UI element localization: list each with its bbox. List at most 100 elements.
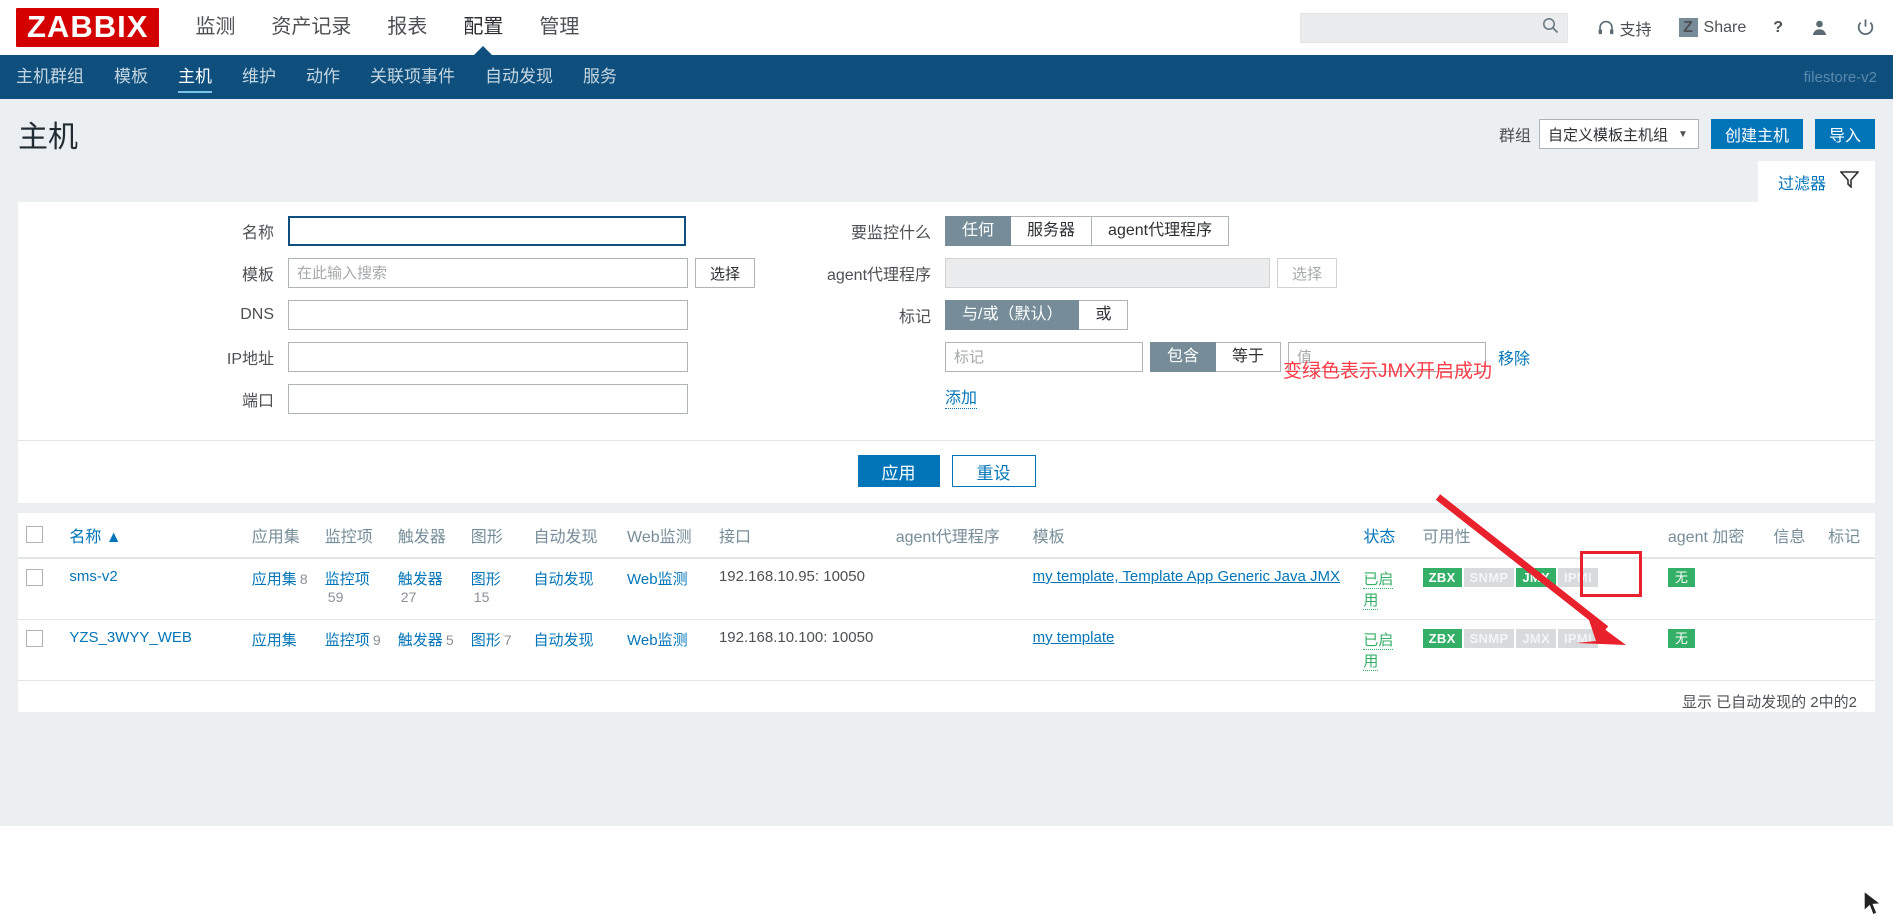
- row-encryption-cell: 无: [1659, 558, 1766, 620]
- logout-button[interactable]: [1851, 18, 1875, 37]
- support-link[interactable]: 支持: [1592, 16, 1652, 40]
- row-applications-cell: 应用集 8: [243, 558, 317, 620]
- row-checkbox[interactable]: [26, 568, 43, 586]
- row-discovery-cell: 自动发现: [525, 619, 620, 681]
- question-mark-icon: ?: [1773, 18, 1783, 36]
- availability-badge-jmx[interactable]: JMX: [1516, 568, 1556, 587]
- web-link[interactable]: Web监测: [627, 632, 688, 649]
- filter-tag-name-input[interactable]: [945, 342, 1144, 372]
- filter-ip-label: IP地址: [226, 351, 274, 368]
- subnav-item-discovery[interactable]: 自动发现: [485, 55, 553, 99]
- main-menu-item-inventory[interactable]: 资产记录: [271, 0, 351, 55]
- availability-badge-snmp[interactable]: SNMP: [1463, 568, 1515, 587]
- subnav-item-templates[interactable]: 模板: [114, 55, 148, 99]
- triggers-link[interactable]: 触发器: [398, 632, 443, 649]
- triggers-link[interactable]: 触发器: [398, 571, 443, 588]
- templates-link[interactable]: my template: [1033, 629, 1115, 646]
- items-link[interactable]: 监控项: [325, 571, 370, 588]
- main-menu: 监测 资产记录 报表 配置 管理: [195, 0, 615, 55]
- tag-mode-option-or[interactable]: 或: [1079, 300, 1129, 330]
- availability-badge-snmp[interactable]: SNMP: [1463, 629, 1515, 648]
- discovery-link[interactable]: 自动发现: [534, 632, 594, 649]
- availability-badge-zbx[interactable]: ZBX: [1422, 568, 1462, 587]
- status-badge[interactable]: 已启用: [1363, 632, 1394, 671]
- filter-template-input[interactable]: [288, 258, 688, 288]
- row-triggers-cell: 触发器 5: [389, 619, 463, 681]
- help-link[interactable]: ?: [1768, 18, 1783, 36]
- graphs-link[interactable]: 图形: [471, 571, 501, 588]
- discovery-link[interactable]: 自动发现: [534, 571, 594, 588]
- row-templates-cell: my template, Template App Generic Java J…: [1024, 558, 1356, 620]
- row-items-cell: 监控项59: [316, 558, 390, 620]
- filter-proxy-label: agent代理程序: [826, 267, 932, 284]
- monitored-by-option-server[interactable]: 服务器: [1011, 216, 1093, 246]
- tag-mode-option-and-or[interactable]: 与/或（默认）: [945, 300, 1080, 330]
- web-link[interactable]: Web监测: [627, 571, 688, 588]
- row-checkbox[interactable]: [26, 629, 43, 647]
- monitored-by-option-any[interactable]: 任何: [945, 216, 1012, 246]
- subnav-item-maintenance[interactable]: 维护: [242, 55, 276, 99]
- share-link[interactable]: Z Share: [1674, 18, 1746, 37]
- applications-link[interactable]: 应用集: [252, 571, 297, 588]
- subnav-item-hosts[interactable]: 主机: [178, 55, 212, 99]
- main-menu-item-reports[interactable]: 报表: [387, 0, 427, 55]
- subnav-item-host-groups[interactable]: 主机群组: [16, 55, 84, 99]
- main-menu-item-administration[interactable]: 管理: [539, 0, 579, 55]
- filter-tab[interactable]: 过滤器: [1757, 161, 1875, 202]
- main-menu-item-monitoring[interactable]: 监测: [195, 0, 235, 55]
- filter-ip-input[interactable]: [288, 342, 688, 372]
- row-graphs-cell: 图形15: [462, 558, 526, 620]
- search-icon[interactable]: [1542, 17, 1559, 39]
- status-badge[interactable]: 已启用: [1363, 571, 1394, 610]
- column-applications: 应用集: [243, 513, 317, 559]
- user-profile-link[interactable]: [1805, 18, 1829, 37]
- filter-proxy-input[interactable]: [945, 258, 1271, 288]
- availability-badge-jmx[interactable]: JMX: [1516, 629, 1556, 648]
- reset-filter-button[interactable]: 重设: [951, 455, 1036, 487]
- column-info: 信息: [1765, 513, 1821, 559]
- templates-link[interactable]: my template, Template App Generic Java J…: [1033, 568, 1340, 585]
- host-name-link[interactable]: sms-v2: [69, 568, 117, 585]
- subnav-item-actions[interactable]: 动作: [306, 55, 340, 99]
- items-link[interactable]: 监控项: [325, 632, 370, 649]
- column-graphs: 图形: [462, 513, 526, 559]
- column-proxy: agent代理程序: [887, 513, 1025, 559]
- applications-link[interactable]: 应用集: [252, 632, 297, 649]
- column-status[interactable]: 状态: [1355, 513, 1415, 559]
- availability-badge-zbx[interactable]: ZBX: [1422, 629, 1462, 648]
- import-button[interactable]: 导入: [1814, 119, 1875, 149]
- tag-operator-option-equals[interactable]: 等于: [1216, 342, 1282, 372]
- select-all-header: [18, 513, 62, 559]
- filter-dns-input[interactable]: [288, 300, 688, 330]
- filter-tag-remove-link[interactable]: 移除: [1498, 345, 1530, 369]
- availability-badge-ipmi[interactable]: IPMI: [1557, 568, 1598, 587]
- filter-port-input[interactable]: [288, 384, 688, 414]
- results-count-label: 显示 已自动发现的 2中的2: [1681, 694, 1857, 711]
- filter-template-select-button[interactable]: 选择: [695, 258, 756, 288]
- graphs-link[interactable]: 图形: [471, 632, 501, 649]
- column-encryption: agent 加密: [1659, 513, 1766, 559]
- filter-proxy-select-button[interactable]: 选择: [1277, 258, 1338, 288]
- column-triggers: 触发器: [389, 513, 463, 559]
- subnav-item-services[interactable]: 服务: [583, 55, 617, 99]
- subnav-item-correlation[interactable]: 关联项事件: [370, 55, 455, 99]
- filter-template-label: 模板: [241, 267, 274, 284]
- search-input[interactable]: [1310, 18, 1542, 37]
- host-name-link[interactable]: YZS_3WYY_WEB: [69, 629, 192, 646]
- apply-filter-button[interactable]: 应用: [857, 455, 940, 487]
- monitored-by-option-proxy[interactable]: agent代理程序: [1092, 216, 1230, 246]
- main-menu-item-configuration[interactable]: 配置: [463, 0, 503, 55]
- group-select[interactable]: 自定义模板主机组 ▼: [1538, 119, 1699, 149]
- column-name[interactable]: 名称 ▲: [61, 513, 244, 559]
- table-row: YZS_3WYY_WEB 应用集 监控项 9 触发器 5 图形 7 自动发现 W…: [18, 619, 1875, 681]
- zabbix-logo[interactable]: ZABBIX: [16, 8, 160, 47]
- filter-name-input[interactable]: [288, 216, 686, 246]
- global-search[interactable]: [1299, 12, 1568, 43]
- availability-badge-ipmi[interactable]: IPMI: [1557, 629, 1598, 648]
- row-interface-cell: 192.168.10.100: 10050: [710, 619, 888, 681]
- select-all-checkbox[interactable]: [26, 526, 43, 544]
- filter-tag-add-link[interactable]: 添加: [945, 384, 978, 409]
- create-host-button[interactable]: 创建主机: [1710, 119, 1803, 149]
- group-filter-label: 群组: [1498, 128, 1531, 145]
- tag-operator-option-contains[interactable]: 包含: [1150, 342, 1217, 372]
